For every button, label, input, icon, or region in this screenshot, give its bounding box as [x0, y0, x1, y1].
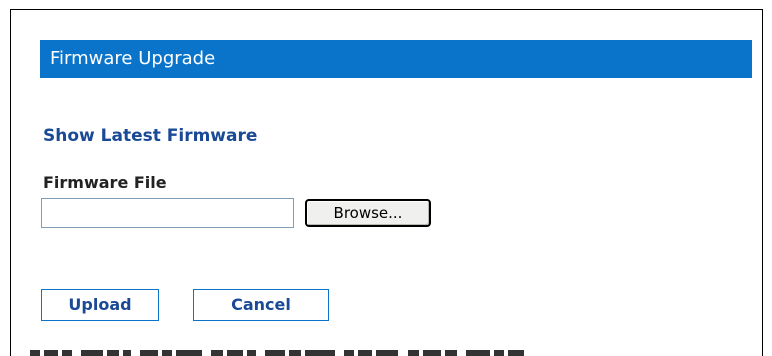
section-header: Firmware Upgrade [40, 40, 752, 78]
browse-button[interactable]: Browse... [305, 199, 431, 227]
firmware-file-label: Firmware File [43, 173, 167, 192]
firmware-file-input[interactable] [41, 198, 294, 228]
page: Firmware Upgrade Show Latest Firmware Fi… [0, 0, 772, 356]
cancel-button[interactable]: Cancel [193, 289, 329, 321]
cropped-background-text [30, 350, 772, 356]
upload-button[interactable]: Upload [41, 289, 159, 321]
show-latest-firmware-link[interactable]: Show Latest Firmware [43, 126, 257, 146]
